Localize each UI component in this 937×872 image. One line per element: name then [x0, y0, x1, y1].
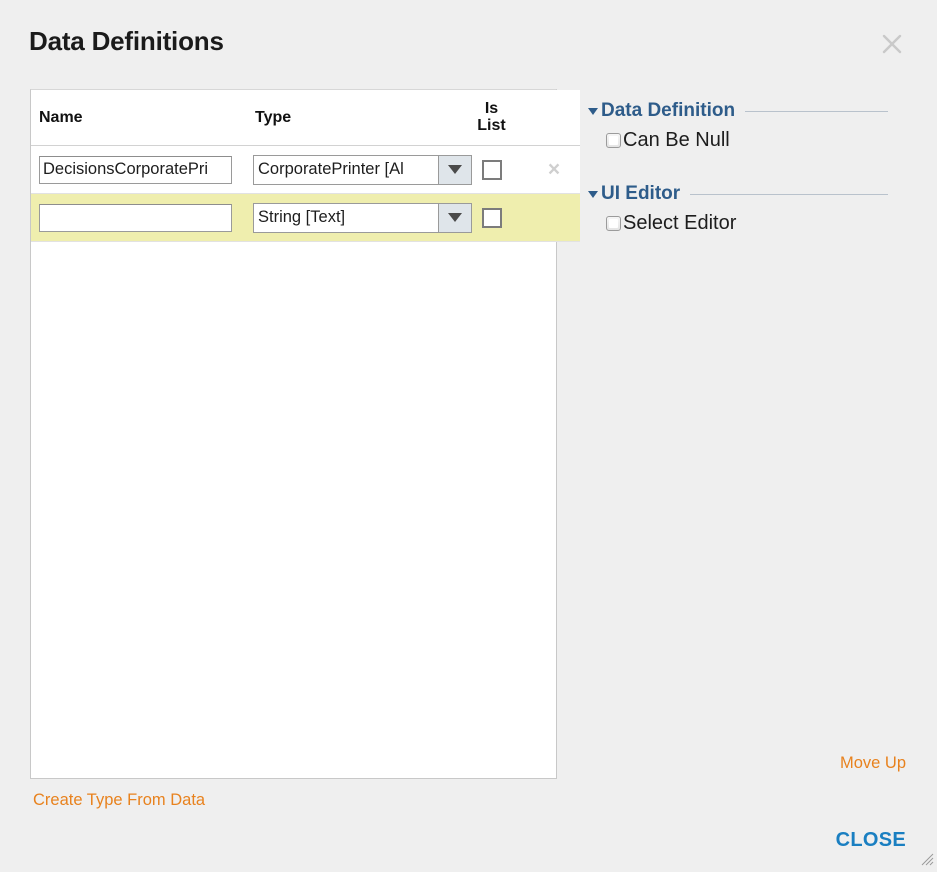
- can-be-null-label: Can Be Null: [623, 129, 730, 151]
- type-dropdown[interactable]: CorporatePrinter [Al: [253, 154, 472, 185]
- row-type-cell: String [Text]: [247, 193, 472, 242]
- column-header-type: Type: [247, 90, 455, 146]
- select-editor-checkbox[interactable]: [606, 215, 621, 231]
- chevron-down-icon[interactable]: [438, 155, 471, 184]
- close-button[interactable]: CLOSE: [836, 829, 906, 852]
- section-divider: [745, 110, 888, 112]
- create-type-from-data-link[interactable]: Create Type From Data: [33, 791, 205, 810]
- definitions-grid: Name Type Is List Corporate: [31, 90, 580, 242]
- section-divider: [690, 193, 888, 195]
- move-up-link[interactable]: Move Up: [840, 754, 906, 773]
- data-definitions-dialog: Data Definitions Name Type Is List Decis…: [0, 0, 937, 869]
- select-editor-label: Select Editor: [623, 212, 737, 234]
- header-row: Name Type Is List: [31, 90, 580, 146]
- row-delete-cell: ×: [528, 145, 580, 194]
- row-delete-cell: [528, 193, 580, 242]
- resize-grip[interactable]: [919, 851, 935, 867]
- column-header-is-list: Is List: [455, 90, 528, 146]
- data-definitions-table: Name Type Is List Corporate: [30, 89, 580, 779]
- can-be-null-checkbox[interactable]: [606, 132, 621, 148]
- column-header-is-list-line1: Is: [484, 99, 499, 117]
- properties-panel: Data Definition Can Be Null UI Editor Se…: [588, 100, 888, 233]
- delete-row-icon[interactable]: ×: [548, 159, 560, 180]
- type-dropdown-value: String [Text]: [258, 208, 346, 226]
- section-title: UI Editor: [601, 183, 681, 204]
- type-dropdown-value: CorporatePrinter [Al: [258, 160, 404, 178]
- grid-header: Name Type Is List: [31, 90, 580, 146]
- section-title: Data Definition: [601, 100, 736, 121]
- column-header-is-list-line2: List: [477, 116, 506, 134]
- table-row[interactable]: String [Text]: [31, 193, 580, 242]
- section-header-ui-editor[interactable]: UI Editor: [588, 183, 888, 205]
- property-row-select-editor[interactable]: Select Editor: [588, 213, 888, 233]
- table-row[interactable]: CorporatePrinter [Al ×: [31, 145, 580, 194]
- grid-body: CorporatePrinter [Al ×: [31, 145, 580, 242]
- row-type-cell: CorporatePrinter [Al: [247, 145, 472, 194]
- type-dropdown[interactable]: String [Text]: [253, 202, 472, 233]
- page-title: Data Definitions: [29, 26, 224, 56]
- close-icon[interactable]: [879, 31, 905, 57]
- is-list-checkbox[interactable]: [481, 159, 502, 180]
- row-name-cell: [31, 145, 247, 194]
- section-header-data-definition[interactable]: Data Definition: [588, 100, 888, 122]
- column-header-name: Name: [31, 90, 247, 146]
- row-name-cell: [31, 193, 247, 242]
- is-list-checkbox[interactable]: [481, 207, 502, 228]
- name-input[interactable]: [39, 155, 232, 184]
- property-row-can-be-null[interactable]: Can Be Null: [588, 130, 888, 150]
- chevron-down-icon[interactable]: [438, 203, 471, 232]
- triangle-down-icon[interactable]: [588, 190, 598, 198]
- name-input[interactable]: [39, 203, 232, 232]
- column-header-delete: [528, 90, 580, 146]
- triangle-down-icon[interactable]: [588, 107, 598, 115]
